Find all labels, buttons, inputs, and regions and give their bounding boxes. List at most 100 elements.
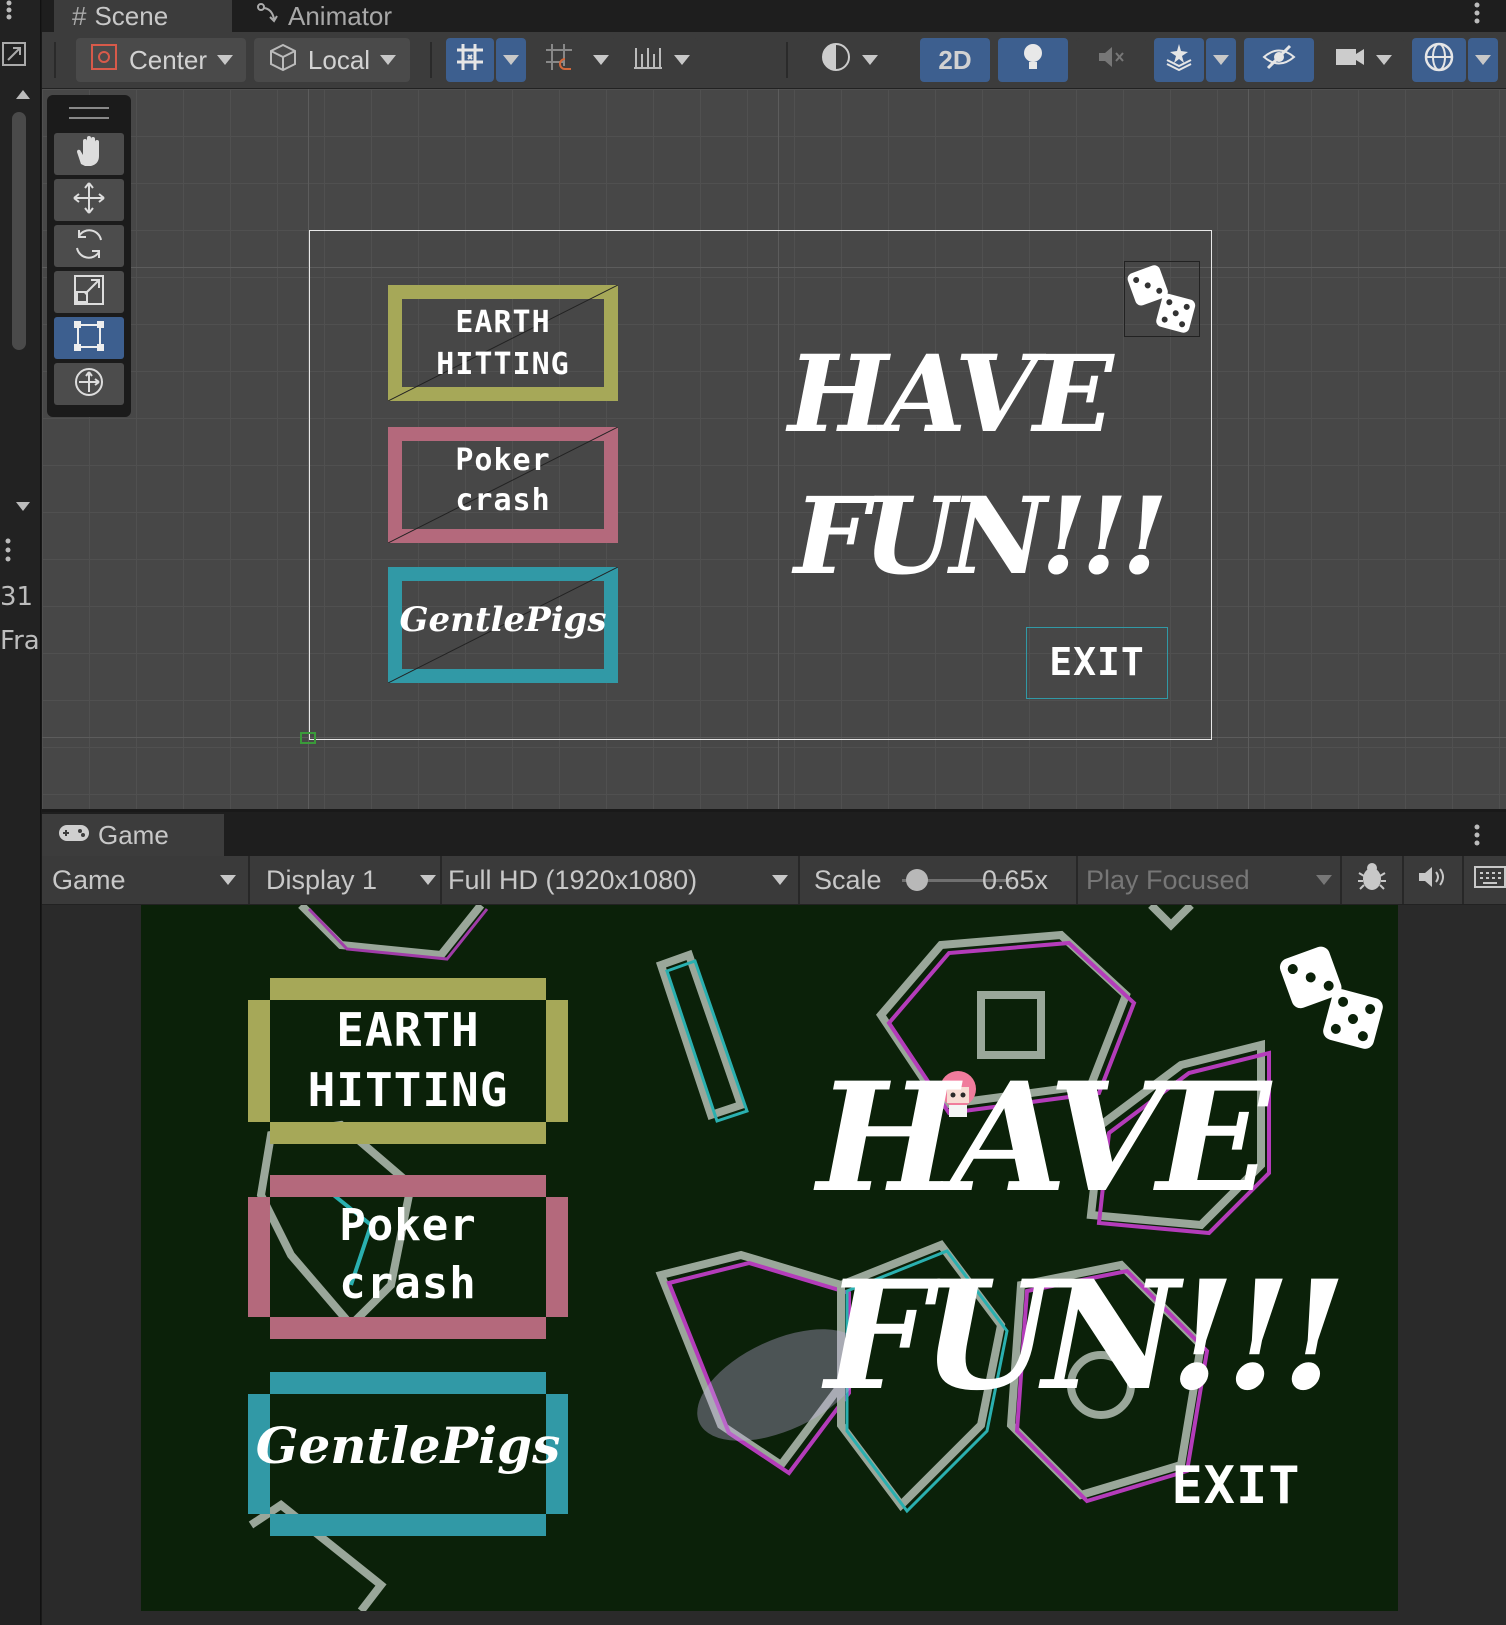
scale-tool-button[interactable] — [54, 271, 124, 313]
scale-value: 0.65x — [982, 864, 1049, 895]
audio-toggle-button[interactable] — [1076, 38, 1146, 82]
tool-palette — [47, 95, 131, 417]
canvas-anchor-handle[interactable] — [300, 732, 316, 744]
gizmos-dropdown[interactable] — [1468, 38, 1498, 82]
resolution-label: Full HD (1920x1080) — [448, 864, 698, 895]
game-view-label: Game — [52, 864, 126, 895]
speaker-icon — [1416, 863, 1448, 898]
scene-button2-line2: crash — [455, 483, 551, 518]
tab-game[interactable]: Game — [42, 814, 224, 856]
game-viewport[interactable]: EARTH HITTING Poker crash GentlePigs HAV… — [141, 905, 1398, 1611]
gamepad-icon — [58, 820, 90, 851]
chevron-down-icon — [503, 55, 519, 65]
pivot-label: Center — [128, 44, 208, 75]
canvas-bounds[interactable]: EARTH HITTING Poker crash GentlePigs HAV… — [309, 230, 1212, 740]
increment-snap-dropdown[interactable] — [586, 38, 616, 82]
tab-game-label: Game — [98, 819, 169, 850]
hash-icon: # — [72, 0, 87, 31]
game-headline-line1: HAVE — [817, 1050, 1271, 1226]
scene-button2-line1: Poker — [455, 443, 551, 478]
scale-slider-thumb[interactable] — [906, 869, 929, 891]
camera-icon — [1334, 44, 1366, 77]
rotate-tool-button[interactable] — [54, 225, 124, 267]
scene-gentle-pigs-button[interactable]: GentlePigs — [388, 567, 618, 683]
keyboard-icon — [1474, 865, 1506, 896]
scene-earth-hitting-button[interactable]: EARTH HITTING — [388, 285, 618, 401]
chevron-down-icon — [220, 875, 236, 885]
game-dice-image[interactable] — [1277, 943, 1387, 1053]
more-options-icon[interactable] — [5, 538, 11, 567]
vertical-scrollbar[interactable] — [12, 112, 26, 350]
game-earth-hitting-button[interactable]: EARTH HITTING — [248, 978, 568, 1144]
ruler-snap-button[interactable] — [624, 38, 698, 82]
rect-transform-icon — [71, 318, 107, 359]
palette-drag-handle[interactable] — [69, 107, 109, 119]
stats-button[interactable] — [1356, 856, 1388, 904]
play-mode-label: Play Focused — [1086, 864, 1250, 895]
maximize-icon[interactable] — [2, 42, 26, 71]
chevron-down-icon — [593, 55, 609, 65]
scene-camera-dropdown[interactable] — [1322, 38, 1404, 82]
eye-hidden-icon — [1262, 42, 1296, 79]
effects-toggle-button[interactable] — [1154, 38, 1204, 82]
left-side-panel: 31 Fra — [0, 0, 41, 1625]
tab-animator-label: Animator — [288, 0, 393, 31]
side-panel-text-1: 31 — [0, 582, 34, 612]
chevron-down-icon — [1316, 875, 1332, 885]
mute-audio-button[interactable] — [1416, 856, 1448, 904]
hand-tool-button[interactable] — [54, 133, 124, 175]
chevron-down-icon — [420, 875, 436, 885]
play-mode-dropdown[interactable]: Play Focused — [1086, 856, 1332, 904]
scroll-up-icon[interactable] — [16, 90, 30, 99]
mute-speaker-icon — [1095, 42, 1127, 79]
resolution-dropdown[interactable]: Full HD (1920x1080) — [448, 856, 788, 904]
transform-icon — [71, 364, 107, 405]
keyboard-shortcuts-button[interactable] — [1474, 856, 1506, 904]
more-options-icon[interactable] — [6, 0, 12, 20]
increment-snap-button[interactable] — [534, 38, 584, 82]
game-button2-line2: crash — [339, 1258, 477, 1309]
move-arrows-icon — [71, 180, 107, 221]
transform-tool-button[interactable] — [54, 363, 124, 405]
gizmo-globe-icon — [1422, 40, 1456, 81]
pivot-center-dropdown[interactable]: Center — [76, 38, 246, 82]
rect-tool-button[interactable] — [54, 317, 124, 359]
chevron-down-icon — [772, 875, 788, 885]
grid-snap-button[interactable] — [446, 38, 494, 82]
dice-icon — [1279, 946, 1383, 1049]
tab-animator[interactable]: Animator — [238, 0, 456, 32]
toggle-2d-label: 2D — [938, 44, 972, 75]
dice-icon — [1127, 265, 1196, 333]
scene-dice-image[interactable] — [1124, 261, 1200, 337]
scene-poker-crash-button[interactable]: Poker crash — [388, 427, 618, 543]
scene-visibility-button[interactable] — [1244, 38, 1314, 82]
game-headline-line2: FUN!!! — [825, 1248, 1347, 1424]
draw-mode-dropdown[interactable] — [806, 38, 892, 82]
panel-menu-icon[interactable] — [1474, 824, 1480, 851]
scene-button1-line2: HITTING — [436, 347, 570, 382]
gizmos-button[interactable] — [1412, 38, 1466, 82]
cube-icon — [268, 42, 298, 79]
grid-snap-dropdown[interactable] — [496, 38, 526, 82]
game-view-dropdown[interactable]: Game — [52, 856, 242, 904]
rotate-icon — [71, 226, 107, 267]
space-label: Local — [307, 44, 371, 75]
scroll-down-icon[interactable] — [16, 502, 30, 511]
effects-dropdown[interactable] — [1206, 38, 1236, 82]
panel-menu-icon[interactable] — [1474, 2, 1480, 29]
bug-icon — [1356, 861, 1388, 900]
game-exit-label: EXIT — [1171, 1455, 1301, 1516]
game-poker-crash-button[interactable]: Poker crash — [248, 1175, 568, 1339]
toggle-2d-button[interactable]: 2D — [920, 38, 990, 82]
display-dropdown[interactable]: Display 1 — [266, 856, 436, 904]
scene-button1-line1: EARTH — [455, 305, 551, 340]
game-exit-button[interactable]: EXIT — [1161, 1451, 1311, 1521]
scene-exit-button[interactable]: EXIT — [1026, 627, 1168, 699]
tab-scene[interactable]: # Scene — [54, 0, 232, 32]
lighting-toggle-button[interactable] — [998, 38, 1068, 82]
game-gentle-pigs-button[interactable]: GentlePigs — [248, 1372, 568, 1536]
scene-exit-label: EXIT — [1049, 640, 1145, 685]
space-local-dropdown[interactable]: Local — [254, 38, 410, 82]
lightbulb-icon — [1019, 41, 1047, 80]
move-tool-button[interactable] — [54, 179, 124, 221]
